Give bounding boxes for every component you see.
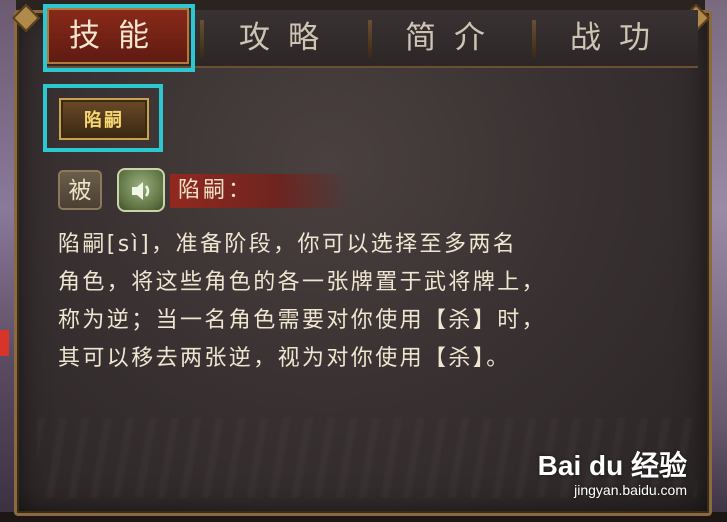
tab-achievements[interactable]: 战功 (545, 10, 693, 66)
description-line: 角色，将这些角色的各一张牌置于武将牌上， (58, 270, 547, 295)
skill-name-label: 陷嗣： (178, 178, 254, 203)
highlight-box-tab (43, 4, 195, 72)
skill-description: 陷嗣[sì]，准备阶段，你可以选择至多两名 角色，将这些角色的各一张牌置于武将牌… (58, 226, 658, 378)
tab-separator (532, 20, 536, 58)
tab-intro[interactable]: 简介 (380, 10, 528, 66)
speaker-icon (132, 182, 150, 200)
highlight-box-skill-tab (43, 84, 163, 152)
watermark-url: jingyan.baidu.com (574, 482, 687, 498)
tab-separator (368, 20, 372, 58)
description-line: 其可以移去两张逆，视为对你使用【杀】。 (58, 346, 511, 371)
skill-voice-button[interactable] (117, 168, 165, 212)
background-red-mark (0, 330, 9, 356)
passive-skill-badge: 被 (58, 170, 102, 210)
watermark-logo: Bai du 经验 (537, 450, 687, 481)
description-line: 陷嗣[sì]，准备阶段，你可以选择至多两名 (58, 232, 518, 257)
skill-header: 被 陷嗣： (58, 168, 358, 212)
description-line: 称为逆；当一名角色需要对你使用【杀】时， (58, 308, 547, 333)
tab-separator (200, 20, 204, 58)
tab-strategy[interactable]: 攻略 (214, 10, 362, 66)
baidu-jingyan-watermark: Bai du 经验 jingyan.baidu.com (537, 444, 687, 504)
